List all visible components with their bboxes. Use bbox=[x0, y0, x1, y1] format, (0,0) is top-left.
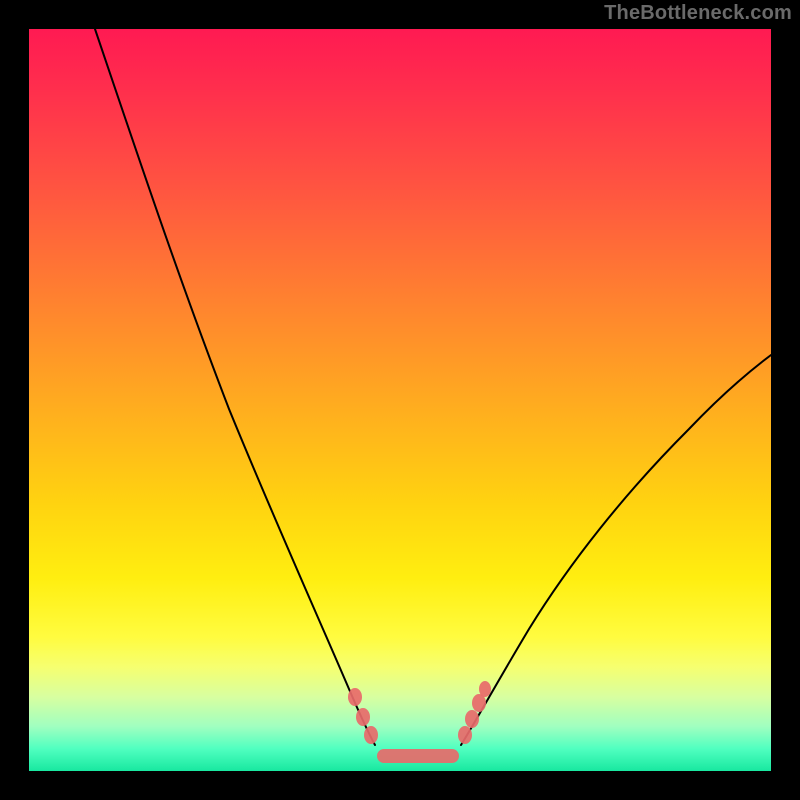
right-marker-2 bbox=[465, 710, 479, 728]
bottom-marker-bar bbox=[377, 749, 459, 763]
left-curve bbox=[95, 29, 375, 745]
right-marker-4 bbox=[479, 681, 491, 697]
right-curve bbox=[461, 355, 771, 745]
left-marker-2 bbox=[356, 708, 370, 726]
watermark-text: TheBottleneck.com bbox=[604, 2, 792, 25]
outer-frame: TheBottleneck.com bbox=[0, 0, 800, 800]
plot-area bbox=[29, 29, 771, 771]
right-marker-1 bbox=[458, 726, 472, 744]
left-marker-1 bbox=[348, 688, 362, 706]
left-marker-3 bbox=[364, 726, 378, 744]
chart-svg bbox=[29, 29, 771, 771]
